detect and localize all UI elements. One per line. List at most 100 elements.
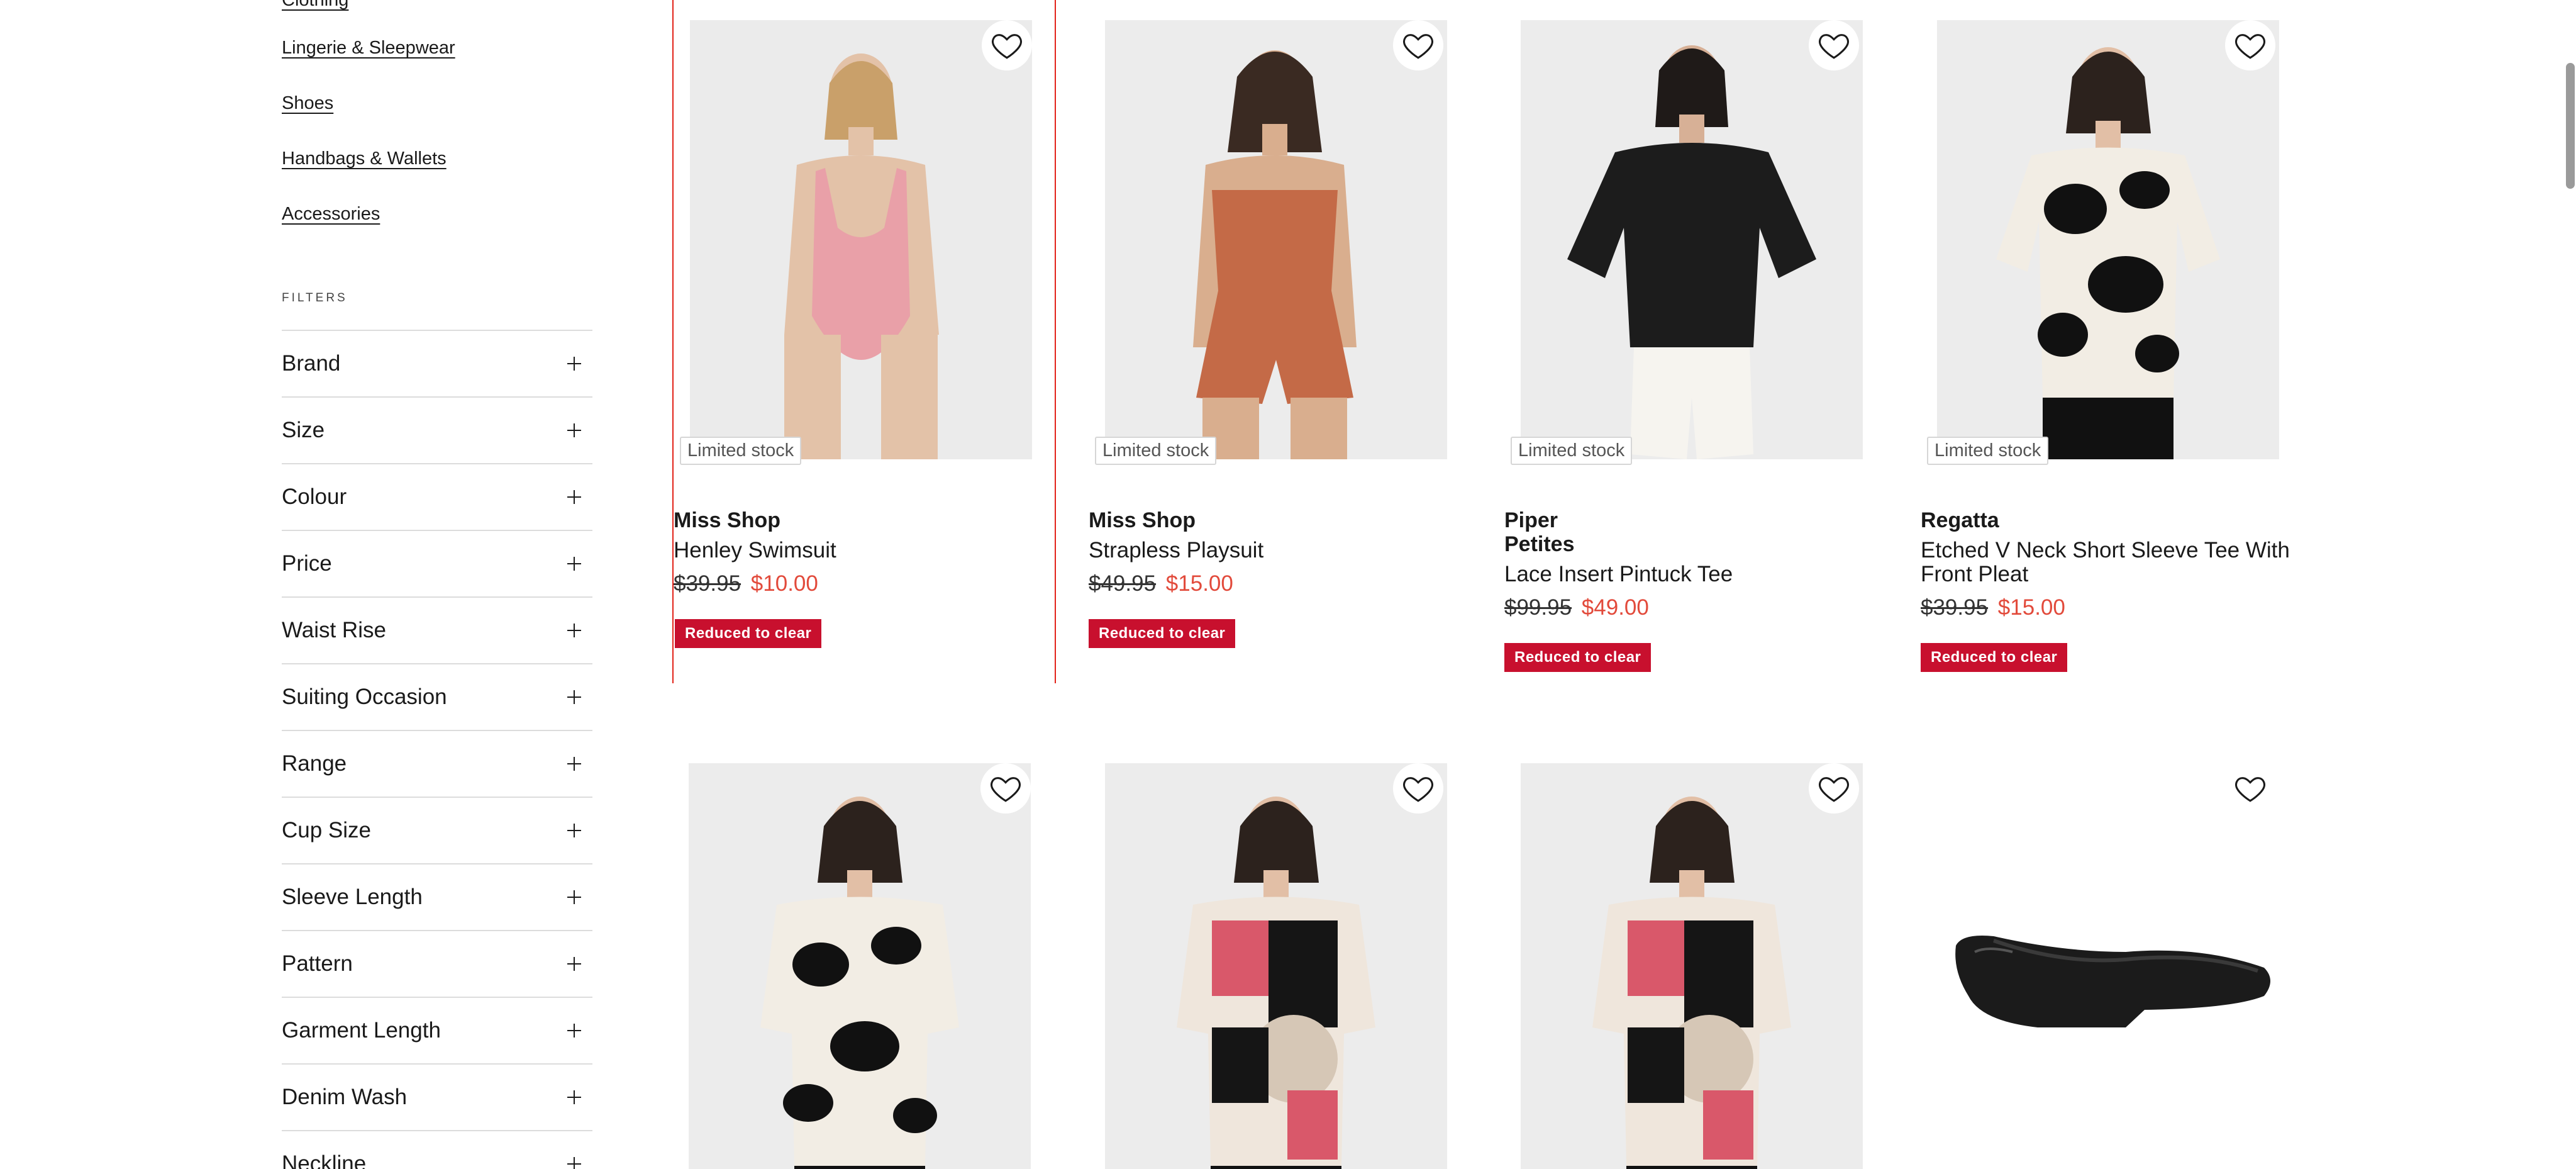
expand-plus-icon bbox=[567, 357, 581, 371]
original-price: $39.95 bbox=[1921, 595, 1989, 620]
reduced-to-clear-tag: Reduced to clear bbox=[1921, 643, 2068, 672]
scrollbar-thumb[interactable] bbox=[2566, 63, 2575, 189]
heart-icon bbox=[1819, 34, 1849, 59]
wishlist-button[interactable] bbox=[1393, 763, 1443, 814]
reduced-to-clear-tag: Reduced to clear bbox=[1504, 643, 1652, 672]
product-card[interactable]: Limited stock Regatta Etched V Neck Shor… bbox=[1921, 0, 2304, 683]
filter-denim-wash[interactable]: Denim Wash bbox=[282, 1063, 592, 1130]
product-price: $99.95 $49.00 bbox=[1504, 595, 1649, 620]
filter-suiting-occasion[interactable]: Suiting Occasion bbox=[282, 663, 592, 730]
original-price: $39.95 bbox=[674, 571, 741, 596]
expand-plus-icon bbox=[567, 557, 581, 571]
product-name[interactable]: Strapless Playsuit bbox=[1089, 539, 1466, 562]
expand-plus-icon bbox=[567, 824, 581, 837]
product-card[interactable] bbox=[1504, 743, 1888, 1169]
filter-colour[interactable]: Colour bbox=[282, 463, 592, 530]
expand-plus-icon bbox=[567, 690, 581, 704]
filter-label: Brand bbox=[282, 351, 341, 376]
heart-icon bbox=[2235, 777, 2265, 802]
filter-cup-size[interactable]: Cup Size bbox=[282, 797, 592, 863]
expand-plus-icon bbox=[567, 1090, 581, 1104]
product-price: $39.95 $15.00 bbox=[1921, 595, 2065, 620]
product-card[interactable]: Limited stock Miss Shop Henley Swimsuit … bbox=[672, 0, 1056, 683]
product-name[interactable]: Etched V Neck Short Sleeve Tee With Fron… bbox=[1921, 539, 2298, 586]
page-scrollbar[interactable] bbox=[2561, 0, 2576, 1169]
wishlist-button[interactable] bbox=[2225, 20, 2275, 70]
product-image[interactable] bbox=[1521, 763, 1863, 1169]
heart-icon bbox=[1819, 777, 1849, 802]
filter-neckline[interactable]: Neckline bbox=[282, 1130, 592, 1169]
heart-icon bbox=[1403, 777, 1433, 802]
expand-plus-icon bbox=[567, 957, 581, 971]
filter-pattern[interactable]: Pattern bbox=[282, 930, 592, 997]
product-photo-etched-tee bbox=[1937, 20, 2279, 459]
product-card[interactable]: Limited stock Miss Shop Strapless Playsu… bbox=[1089, 0, 1472, 683]
product-name[interactable]: Henley Swimsuit bbox=[674, 539, 1051, 562]
category-link-clothing[interactable]: Clothing bbox=[282, 0, 348, 11]
reduced-to-clear-tag: Reduced to clear bbox=[1089, 619, 1236, 648]
product-photo-wedge-shoe bbox=[1937, 763, 2279, 1169]
product-brand: Miss Shop bbox=[674, 508, 781, 532]
product-card[interactable] bbox=[1089, 743, 1472, 1169]
heart-icon bbox=[1403, 34, 1433, 59]
wishlist-button[interactable] bbox=[1809, 20, 1859, 70]
product-image[interactable] bbox=[1937, 763, 2279, 1169]
category-link-handbags-wallets[interactable]: Handbags & Wallets bbox=[282, 148, 447, 169]
product-image[interactable] bbox=[1105, 20, 1447, 459]
product-image[interactable] bbox=[1937, 20, 2279, 459]
expand-plus-icon bbox=[567, 1157, 581, 1169]
wishlist-button[interactable] bbox=[1393, 20, 1443, 70]
product-name[interactable]: Lace Insert Pintuck Tee bbox=[1504, 562, 1882, 586]
product-image[interactable] bbox=[690, 20, 1032, 459]
wishlist-button[interactable] bbox=[2225, 763, 2275, 814]
wishlist-button[interactable] bbox=[982, 20, 1032, 70]
category-link-shoes[interactable]: Shoes bbox=[282, 93, 333, 114]
product-photo-playsuit bbox=[1105, 20, 1447, 459]
filter-brand[interactable]: Brand bbox=[282, 330, 592, 396]
filter-garment-length[interactable]: Garment Length bbox=[282, 997, 592, 1063]
expand-plus-icon bbox=[567, 890, 581, 904]
expand-plus-icon bbox=[567, 490, 581, 504]
original-price: $99.95 bbox=[1504, 595, 1572, 620]
expand-plus-icon bbox=[567, 757, 581, 771]
product-image[interactable] bbox=[1521, 20, 1863, 459]
product-photo-pintuck-tee bbox=[1521, 20, 1863, 459]
filter-size[interactable]: Size bbox=[282, 396, 592, 463]
original-price: $49.95 bbox=[1089, 571, 1157, 596]
filter-list: Brand Size Colour Price Waist Rise Suiti… bbox=[282, 330, 592, 1169]
product-card[interactable] bbox=[1921, 743, 2304, 1169]
product-brand: Piper Petites bbox=[1504, 508, 1575, 556]
wishlist-button[interactable] bbox=[980, 763, 1031, 814]
filter-label: Neckline bbox=[282, 1151, 367, 1169]
product-price: $49.95 $15.00 bbox=[1089, 571, 1233, 596]
filter-label: Pattern bbox=[282, 951, 353, 976]
sale-price: $10.00 bbox=[750, 571, 818, 596]
stock-badge: Limited stock bbox=[1511, 437, 1633, 465]
heart-icon bbox=[2235, 34, 2265, 59]
product-photo-geometric-tee bbox=[1105, 763, 1447, 1169]
filter-waist-rise[interactable]: Waist Rise bbox=[282, 596, 592, 663]
filter-label: Denim Wash bbox=[282, 1085, 408, 1109]
category-link-accessories[interactable]: Accessories bbox=[282, 204, 380, 225]
product-card[interactable] bbox=[672, 743, 1056, 1169]
category-link-lingerie-sleepwear[interactable]: Lingerie & Sleepwear bbox=[282, 38, 455, 59]
reduced-to-clear-tag: Reduced to clear bbox=[675, 619, 822, 648]
filter-label: Sleeve Length bbox=[282, 885, 423, 909]
filter-label: Range bbox=[282, 751, 347, 776]
product-card[interactable]: Limited stock Piper Petites Lace Insert … bbox=[1504, 0, 1888, 683]
filter-price[interactable]: Price bbox=[282, 530, 592, 596]
filter-label: Price bbox=[282, 551, 332, 576]
expand-plus-icon bbox=[567, 624, 581, 637]
stock-badge: Limited stock bbox=[1927, 437, 2049, 465]
filter-label: Colour bbox=[282, 484, 347, 509]
filter-label: Suiting Occasion bbox=[282, 685, 447, 709]
stock-badge: Limited stock bbox=[1095, 437, 1217, 465]
filter-range[interactable]: Range bbox=[282, 730, 592, 797]
sale-price: $15.00 bbox=[1165, 571, 1233, 596]
filter-sleeve-length[interactable]: Sleeve Length bbox=[282, 863, 592, 930]
filter-label: Garment Length bbox=[282, 1018, 441, 1043]
filter-label: Size bbox=[282, 418, 325, 442]
wishlist-button[interactable] bbox=[1809, 763, 1859, 814]
product-image[interactable] bbox=[689, 763, 1031, 1169]
product-image[interactable] bbox=[1105, 763, 1447, 1169]
